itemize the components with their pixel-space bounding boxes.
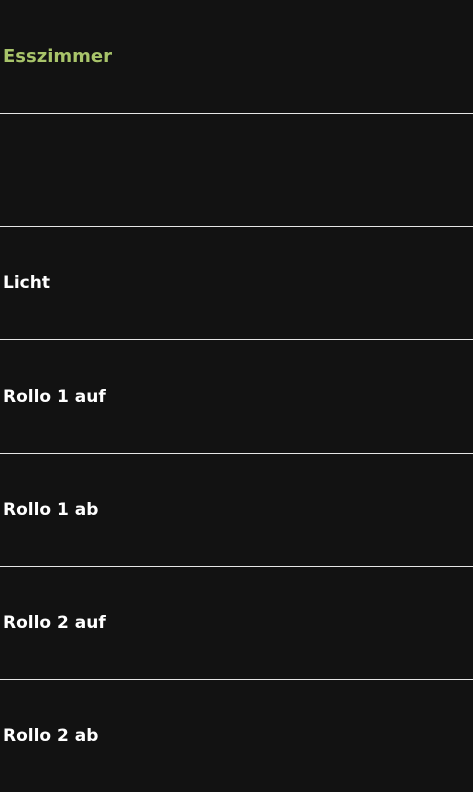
list-item-rollo-2-auf[interactable]: Rollo 2 auf bbox=[0, 567, 473, 679]
list-item-licht[interactable]: Licht bbox=[0, 227, 473, 339]
room-panel: Esszimmer Licht Rollo 1 auf Rollo 1 ab R… bbox=[0, 0, 473, 792]
list-item-rollo-1-auf[interactable]: Rollo 1 auf bbox=[0, 340, 473, 453]
list-item-rollo-2-ab[interactable]: Rollo 2 ab bbox=[0, 680, 473, 792]
list-item-empty[interactable] bbox=[0, 114, 473, 226]
room-title: Esszimmer bbox=[3, 46, 112, 67]
list-item-rollo-1-ab[interactable]: Rollo 1 ab bbox=[0, 454, 473, 566]
